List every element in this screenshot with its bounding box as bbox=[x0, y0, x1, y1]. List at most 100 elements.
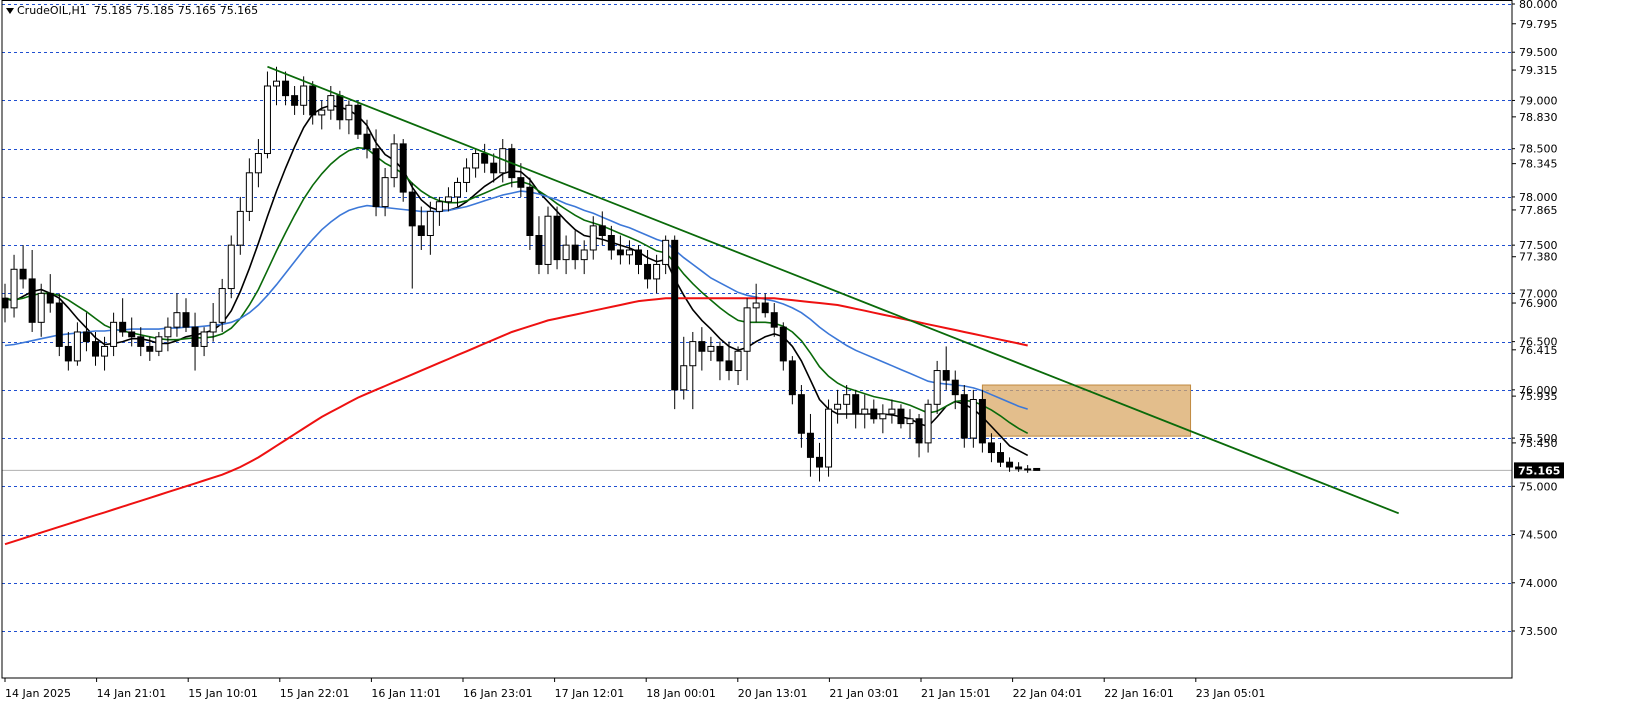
candle-bear bbox=[607, 235, 615, 251]
candle-bull bbox=[834, 403, 842, 410]
current-price-label: 75.165 bbox=[1518, 464, 1560, 477]
candle-bear bbox=[46, 292, 54, 304]
candle-bear bbox=[137, 336, 145, 347]
price-label: 74.000 bbox=[1519, 577, 1558, 590]
candle-bear bbox=[553, 215, 561, 261]
candle-bear bbox=[146, 345, 154, 352]
price-chart[interactable]: 80.000 79.795 79.500 79.315 79.000 78.830 78.5… bbox=[0, 0, 1651, 704]
candle-bear bbox=[571, 244, 579, 261]
candle-bull bbox=[263, 85, 271, 155]
candle-bear bbox=[119, 321, 127, 333]
candle-bull bbox=[472, 153, 480, 169]
candle-bull bbox=[580, 249, 588, 261]
candle-bull bbox=[164, 326, 172, 338]
candle-bear bbox=[942, 370, 950, 381]
price-label: 76.415 bbox=[1519, 344, 1558, 357]
candle-bear bbox=[372, 148, 380, 208]
time-label: 16 Jan 23:01 bbox=[463, 687, 533, 700]
time-label: 23 Jan 05:01 bbox=[1196, 687, 1266, 700]
time-label: 20 Jan 13:01 bbox=[738, 687, 808, 700]
candle-bear bbox=[716, 345, 724, 362]
candle-bear bbox=[1024, 468, 1032, 471]
candle-bull bbox=[879, 413, 887, 420]
candle-bull bbox=[861, 408, 869, 415]
candle-bull bbox=[689, 341, 697, 367]
candle-bull bbox=[625, 249, 633, 256]
candle-bear bbox=[870, 408, 878, 420]
time-label: 15 Jan 22:01 bbox=[280, 687, 350, 700]
candle-bear bbox=[1015, 466, 1023, 470]
candle-bull bbox=[544, 215, 552, 265]
candle-bull bbox=[680, 365, 688, 391]
time-label: 14 Jan 2025 bbox=[5, 687, 71, 700]
candle-bull bbox=[888, 408, 896, 415]
trendline[interactable] bbox=[267, 65, 1400, 515]
candle-bull bbox=[662, 239, 670, 265]
time-label: 21 Jan 03:01 bbox=[829, 687, 899, 700]
candle-bull bbox=[653, 263, 661, 280]
time-label: 14 Jan 21:01 bbox=[97, 687, 167, 700]
candle-bull bbox=[454, 181, 461, 198]
candle-bear bbox=[779, 326, 787, 362]
candle-bull bbox=[200, 331, 208, 347]
candle-bear bbox=[517, 177, 525, 188]
candle-bear bbox=[616, 249, 624, 256]
candle-bull bbox=[589, 225, 597, 251]
candle-bull bbox=[101, 345, 109, 357]
candle-bull bbox=[843, 394, 851, 405]
candle-bear bbox=[1006, 461, 1014, 468]
candle-bull bbox=[381, 177, 389, 208]
candle-bull bbox=[825, 408, 833, 468]
price-label: 77.865 bbox=[1519, 204, 1558, 217]
candle-bear bbox=[408, 191, 416, 227]
time-label: 21 Jan 15:01 bbox=[921, 687, 991, 700]
price-label: 73.500 bbox=[1519, 625, 1558, 638]
candle-bear bbox=[987, 442, 995, 454]
candle-bull bbox=[444, 196, 452, 203]
candle-bull bbox=[743, 307, 751, 352]
candle-bull bbox=[562, 244, 570, 261]
trendline-layer bbox=[267, 65, 1400, 515]
candle-bull bbox=[173, 312, 181, 328]
candle-bull bbox=[227, 244, 235, 290]
price-label: 78.345 bbox=[1519, 158, 1558, 171]
ma-slow-line bbox=[4, 190, 1028, 410]
price-label: 78.500 bbox=[1519, 143, 1558, 156]
candle-layer bbox=[1, 66, 1041, 482]
candle-bear bbox=[852, 394, 860, 415]
candle-bull bbox=[390, 143, 398, 179]
candle-bull bbox=[318, 109, 326, 116]
candle-bull bbox=[37, 292, 45, 323]
candle-bear bbox=[671, 239, 679, 391]
candle-bear bbox=[64, 345, 72, 362]
candle-bear bbox=[417, 225, 425, 237]
candle-bull bbox=[209, 321, 217, 333]
grid-layer bbox=[2, 4, 1512, 632]
candle-bear bbox=[806, 432, 814, 458]
candle-bull bbox=[752, 302, 760, 309]
candle-bull bbox=[254, 153, 262, 174]
candle-bear bbox=[960, 394, 968, 439]
candle-bull bbox=[734, 350, 742, 372]
time-label: 22 Jan 16:01 bbox=[1104, 687, 1174, 700]
candle-bear bbox=[363, 133, 371, 150]
candle-bear bbox=[92, 341, 99, 357]
price-label: 78.000 bbox=[1519, 191, 1558, 204]
candle-bear bbox=[598, 225, 606, 237]
candle-bear bbox=[1, 297, 9, 309]
candle-bear bbox=[55, 302, 63, 347]
price-label: 74.500 bbox=[1519, 529, 1558, 542]
candle-bull bbox=[245, 172, 253, 212]
candle-bear bbox=[761, 302, 769, 314]
candle-bear bbox=[291, 95, 299, 106]
price-label: 79.000 bbox=[1519, 94, 1558, 107]
candle-bear bbox=[191, 326, 199, 347]
candle-bull bbox=[707, 345, 715, 352]
supply-zone[interactable] bbox=[981, 384, 1192, 437]
candle-bear bbox=[1033, 467, 1041, 471]
candle-bull bbox=[155, 336, 163, 352]
candle-bear bbox=[182, 312, 190, 328]
candle-bear bbox=[82, 331, 90, 343]
candle-bear bbox=[725, 360, 733, 372]
candle-bear bbox=[490, 162, 498, 174]
